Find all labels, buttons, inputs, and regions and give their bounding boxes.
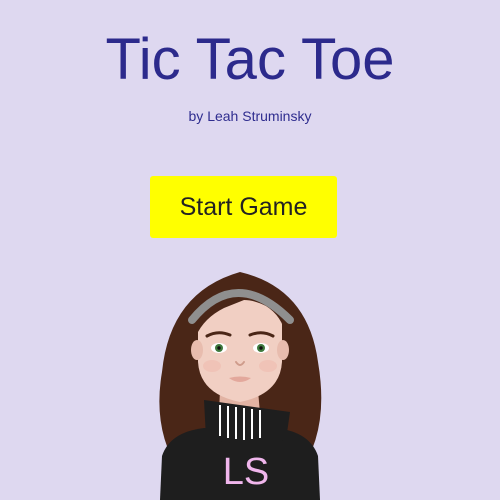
author-byline: by Leah Struminsky: [188, 108, 312, 124]
start-game-button[interactable]: Start Game: [150, 176, 337, 238]
left-ear: [191, 340, 203, 360]
game-title: Tic Tac Toe: [105, 27, 395, 92]
shirt-initials: LS: [223, 451, 269, 493]
start-screen: Tic Tac Toe by Leah Struminsky Start Gam…: [0, 0, 500, 500]
author-avatar: LS: [159, 272, 322, 500]
right-ear: [277, 340, 289, 360]
